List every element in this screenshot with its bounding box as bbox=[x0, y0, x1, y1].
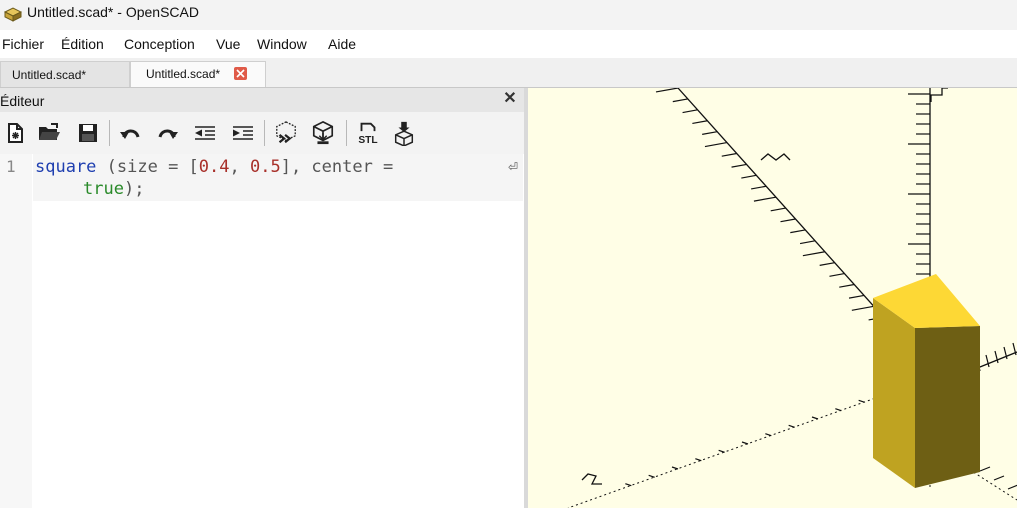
editor-title: Éditeur bbox=[0, 93, 45, 109]
window-title: Untitled.scad* - OpenSCAD bbox=[27, 4, 199, 20]
code-editor[interactable]: 1 square (size = [0.4, 0.5], center = tr… bbox=[0, 154, 524, 508]
ruler-tick bbox=[692, 120, 708, 125]
menu-edition[interactable]: Édition bbox=[61, 36, 104, 52]
ruler-label-mark bbox=[930, 88, 948, 102]
menu-fichier[interactable]: Fichier bbox=[2, 36, 44, 52]
ruler-tick bbox=[718, 449, 725, 453]
ruler-tick bbox=[839, 283, 855, 288]
open-file-icon[interactable] bbox=[37, 120, 61, 146]
ruler-label-mark bbox=[760, 153, 791, 161]
code-line[interactable]: square (size = [0.4, 0.5], center = bbox=[35, 157, 393, 177]
indent-icon[interactable] bbox=[231, 120, 255, 146]
code-token-number: 0.5 bbox=[249, 157, 281, 177]
ruler-tick bbox=[829, 272, 845, 277]
menu-aide[interactable]: Aide bbox=[328, 36, 356, 52]
title-bar: Untitled.scad* - OpenSCAD bbox=[0, 0, 1017, 30]
ruler-tick bbox=[731, 163, 747, 168]
menu-bar: Fichier Édition Conception Vue Window Ai… bbox=[0, 30, 1017, 59]
toolbar-separator bbox=[109, 120, 110, 146]
line-number-gutter: 1 bbox=[0, 154, 32, 508]
code-token-function: square bbox=[35, 157, 97, 177]
ruler-tick bbox=[790, 229, 806, 234]
ruler-tick bbox=[979, 466, 991, 472]
tab-close-icon[interactable] bbox=[234, 67, 247, 80]
ruler-tick bbox=[851, 305, 874, 311]
ruler-tick bbox=[993, 475, 1005, 481]
ruler-tick bbox=[751, 185, 767, 190]
ruler-tick bbox=[695, 458, 702, 462]
redo-icon[interactable] bbox=[156, 120, 180, 146]
ruler-tick bbox=[721, 152, 737, 157]
unindent-icon[interactable] bbox=[193, 120, 217, 146]
ruler-tick bbox=[1007, 484, 1017, 490]
ruler-tick bbox=[780, 218, 796, 223]
export-stl-icon[interactable]: STL bbox=[354, 120, 382, 146]
ruler-tick bbox=[848, 294, 865, 299]
ruler-tick bbox=[702, 131, 718, 135]
ruler-tick bbox=[672, 98, 688, 103]
editor-pane: Éditeur ✕ STL 1 square (size = [0.4, 0.5… bbox=[0, 88, 524, 508]
editor-close-icon[interactable]: ✕ bbox=[502, 91, 518, 107]
openscad-logo-icon bbox=[4, 7, 22, 22]
code-token-end: ); bbox=[123, 179, 145, 199]
ruler-tick bbox=[741, 174, 757, 179]
menu-window[interactable]: Window bbox=[257, 36, 307, 52]
tab-untitled-1[interactable]: Untitled.scad* bbox=[0, 61, 130, 87]
line-number: 1 bbox=[6, 157, 16, 176]
ruler-tick bbox=[704, 141, 728, 148]
ruler-tick bbox=[648, 474, 655, 478]
toolbar-separator bbox=[346, 120, 347, 146]
code-token-args: (size = [ bbox=[96, 157, 199, 177]
object-right-face bbox=[915, 326, 980, 488]
ruler-tick bbox=[682, 109, 698, 114]
editor-header: Éditeur ✕ bbox=[0, 88, 524, 112]
axis-negative-x bbox=[567, 389, 899, 508]
new-file-icon[interactable] bbox=[3, 120, 27, 146]
save-icon[interactable] bbox=[76, 120, 100, 146]
ruler-tick bbox=[799, 240, 816, 245]
ruler-tick bbox=[625, 483, 632, 487]
ruler-label-mark bbox=[581, 473, 602, 485]
preview-icon[interactable] bbox=[274, 120, 298, 146]
ruler-tick bbox=[655, 88, 679, 93]
menu-conception[interactable]: Conception bbox=[124, 36, 195, 52]
ruler-tick bbox=[770, 207, 786, 212]
ruler-tick bbox=[819, 262, 835, 266]
code-token-args: ], center = bbox=[280, 157, 394, 177]
3d-viewport[interactable] bbox=[528, 88, 1017, 508]
toolbar-separator bbox=[264, 120, 265, 146]
code-token-number: 0.4 bbox=[198, 157, 230, 177]
render-icon[interactable] bbox=[311, 120, 335, 146]
send-to-print-icon[interactable] bbox=[392, 120, 416, 146]
menu-vue[interactable]: Vue bbox=[216, 36, 240, 52]
tab-untitled-2[interactable]: Untitled.scad* bbox=[130, 61, 266, 87]
ruler-tick bbox=[985, 354, 990, 368]
object-left-face bbox=[873, 298, 915, 488]
tab-label: Untitled.scad* bbox=[146, 67, 221, 81]
ruler-tick bbox=[802, 251, 825, 257]
ruler-tick bbox=[671, 466, 679, 470]
line-wrap-icon: ⏎ bbox=[508, 160, 519, 174]
code-token-comma: , bbox=[229, 157, 250, 177]
document-tab-bar: Untitled.scad* Untitled.scad* bbox=[0, 58, 1017, 88]
viewport-scene bbox=[567, 88, 1017, 508]
ruler-tick bbox=[753, 196, 777, 202]
code-token-boolean: true bbox=[83, 179, 124, 199]
code-line-wrapped[interactable]: true); bbox=[83, 179, 144, 199]
tab-label: Untitled.scad* bbox=[12, 68, 87, 82]
undo-icon[interactable] bbox=[118, 120, 142, 146]
editor-toolbar: STL bbox=[0, 112, 524, 154]
export-stl-label: STL bbox=[358, 135, 377, 146]
